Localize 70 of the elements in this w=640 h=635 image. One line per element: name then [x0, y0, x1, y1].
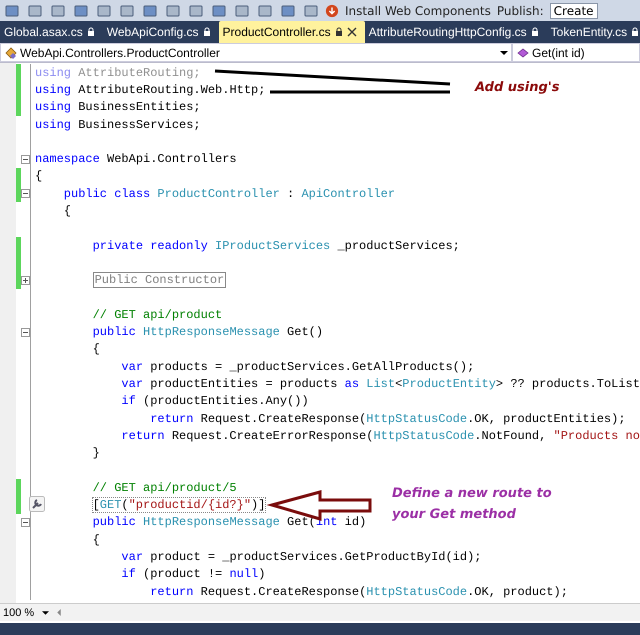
publish-label: Publish: [496, 4, 544, 18]
code-line: var productEntities = products as List<ProductEntity> ?? products.ToList [120, 376, 640, 391]
code-line: if (productEntities.Any()) [120, 394, 309, 408]
collapse-icon[interactable] [21, 189, 30, 198]
code-line: namespace WebApi.Controllers [35, 152, 237, 166]
toolbar-icon[interactable] [50, 2, 66, 18]
publish-field[interactable]: Create [550, 2, 598, 18]
annotation-text: Define a new route to your Get method [392, 485, 553, 524]
lock-icon [202, 27, 211, 37]
attribute-text: [GET("productid/{id?}")] [92, 498, 266, 512]
code-line: using BusinessEntities; [35, 100, 201, 114]
toolbar-icon[interactable] [96, 2, 112, 18]
code-line: return Request.CreateResponse(HttpStatusCode.OK, product); [149, 584, 568, 599]
toolbar-icon[interactable] [119, 2, 135, 18]
code-line: public HttpResponseMessage Get() [92, 325, 324, 340]
lock-icon [530, 27, 539, 37]
scroll-left-icon[interactable] [57, 609, 62, 616]
lock-icon [631, 27, 640, 37]
file-tab[interactable]: WebApiConfig.cs [102, 21, 219, 43]
toolbar-icon[interactable] [4, 2, 20, 18]
install-icon [325, 4, 339, 18]
lock-icon [334, 27, 343, 37]
toolbar-icon[interactable] [188, 2, 204, 18]
code-line: // GET api/product/5 [92, 480, 237, 495]
code-line: { [35, 169, 42, 184]
code-line: { [92, 342, 100, 356]
code-line: return Request.CreateErrorResponse(HttpStatusCode.NotFound, "Products no [120, 428, 640, 443]
toolbar-icon[interactable] [142, 2, 158, 18]
method-icon [516, 46, 530, 60]
expand-icon[interactable] [21, 276, 30, 285]
file-tab[interactable]: AttributeRoutingHttpConfig.cs [364, 21, 547, 43]
toolbar-icon[interactable] [73, 2, 89, 18]
member-dropdown[interactable]: Get(int id) [512, 43, 640, 62]
zoom-dropdown[interactable]: 100 % [3, 606, 34, 618]
code-line: } [92, 446, 100, 460]
collapse-icon[interactable] [21, 518, 30, 527]
code-line: var product = _productServices.GetProductById(id); [120, 550, 482, 564]
code-line: // GET api/product [92, 308, 222, 322]
code-line: using AttributeRouting; [35, 66, 201, 80]
type-dropdown[interactable]: WebApi.Controllers.ProductController [0, 43, 512, 62]
code-line: using BusinessServices; [35, 118, 201, 132]
code-line: public class ProductController : ApiController [62, 186, 396, 201]
toolbar-icon[interactable] [165, 2, 181, 18]
code-line: if (product != null) [120, 567, 266, 582]
code-line: return Request.CreateResponse(HttpStatusCode.OK, productEntities); [149, 412, 626, 426]
close-icon[interactable] [346, 27, 357, 37]
collapse-icon[interactable] [21, 154, 30, 164]
caret-icon [500, 50, 508, 54]
wrench-icon[interactable] [29, 496, 45, 512]
class-icon [4, 46, 18, 60]
code-line: { [92, 532, 100, 547]
lock-icon [86, 27, 95, 37]
file-tab[interactable]: Global.asax.cs [0, 21, 103, 43]
caret-icon [42, 610, 50, 614]
file-tab[interactable]: ProductController.cs [218, 21, 365, 43]
collapse-icon[interactable] [21, 328, 30, 337]
code-line: { [62, 204, 72, 218]
annotation-text: Add using's [475, 80, 560, 95]
code-line: var products = _productServices.GetAllProducts(); [120, 360, 474, 374]
toolbar-icon[interactable] [257, 2, 273, 18]
install-button[interactable]: Install Web Components [345, 4, 491, 18]
toolbar-icon[interactable] [234, 2, 250, 18]
code-line: private readonly IProductServices _productServices; [92, 238, 460, 253]
toolbar-icon[interactable] [27, 2, 43, 18]
toolbar-icon[interactable] [303, 2, 319, 18]
toolbar-icon[interactable] [280, 2, 296, 18]
code-line: using AttributeRouting.Web.Http; [35, 82, 266, 97]
collapsed-region[interactable]: Public Constructor [92, 272, 226, 288]
file-tab[interactable]: TokenEntity.cs [546, 21, 640, 43]
toolbar-icon[interactable] [211, 2, 227, 18]
